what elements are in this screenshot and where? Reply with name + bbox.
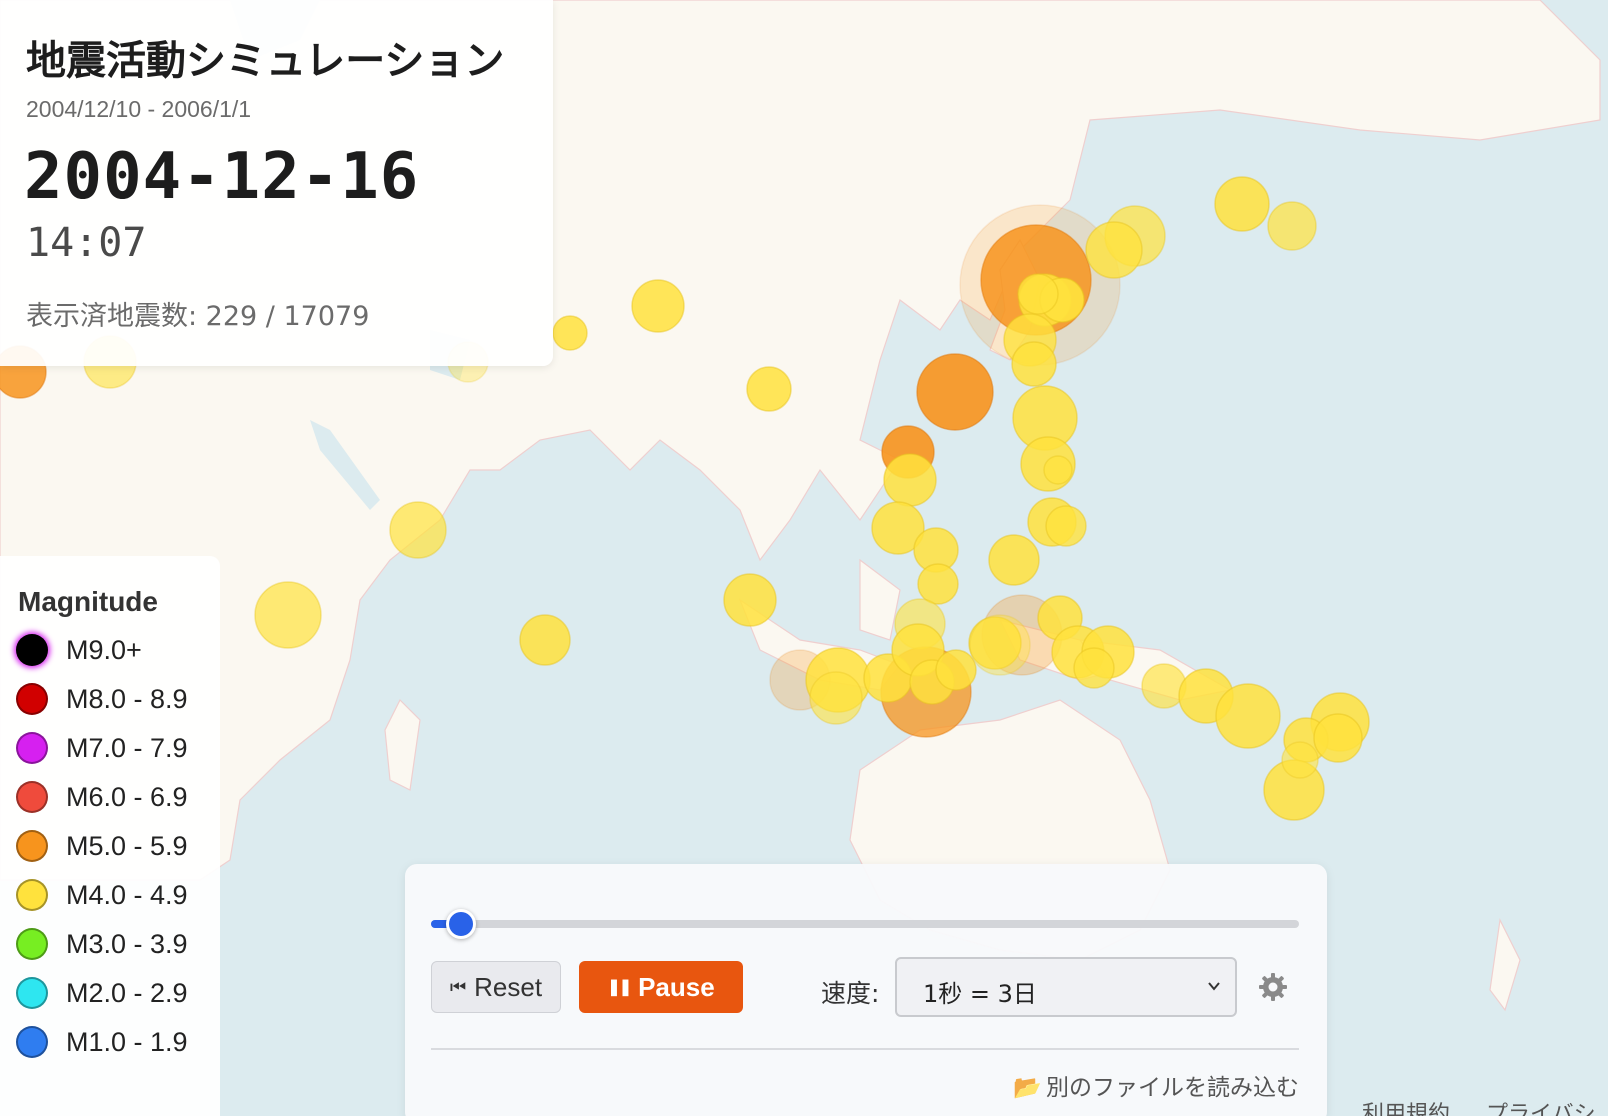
timeline-slider[interactable] — [431, 909, 1299, 939]
earthquake-marker — [519, 614, 571, 666]
privacy-link[interactable]: プライバシ — [1486, 1102, 1596, 1116]
timeline-thumb[interactable] — [446, 909, 477, 939]
earthquake-count: 表示済地震数: 229 / 17079 — [26, 301, 370, 332]
page-title: 地震活動シミュレーション — [26, 38, 505, 84]
map-app: 地震活動シミュレーション 2004/12/10 - 2006/1/1 2004-… — [0, 0, 1608, 1116]
legend-item: M1.0 - 1.9 — [16, 1022, 188, 1062]
pause-button[interactable]: ❚❚ Pause — [579, 961, 743, 1013]
earthquake-marker — [1043, 455, 1073, 485]
earthquake-marker — [1267, 201, 1317, 251]
date-range: 2004/12/10 - 2006/1/1 — [26, 96, 252, 122]
earthquake-marker — [631, 279, 685, 333]
legend-label: M1.0 - 1.9 — [66, 1026, 188, 1057]
earthquake-marker — [917, 563, 959, 605]
earthquake-marker — [552, 315, 588, 351]
legend-item: M5.0 - 5.9 — [16, 826, 188, 866]
terms-link[interactable]: 利用規約 — [1362, 1102, 1450, 1116]
earthquake-marker — [746, 366, 792, 412]
legend-swatch — [16, 634, 48, 666]
legend-item: M4.0 - 4.9 — [16, 875, 188, 915]
legend-swatch — [16, 781, 48, 813]
legend-item: M8.0 - 8.9 — [16, 679, 188, 719]
current-time: 14:07 — [26, 220, 147, 266]
earthquake-marker — [1313, 713, 1363, 763]
legend-item: M7.0 - 7.9 — [16, 728, 188, 768]
earthquake-marker — [1073, 647, 1115, 689]
earthquake-marker — [1215, 683, 1281, 749]
legend-item: M6.0 - 6.9 — [16, 777, 188, 817]
legend-swatch — [16, 732, 48, 764]
legend-label: M4.0 - 4.9 — [66, 879, 188, 910]
current-date: 2004-12-16 — [24, 140, 420, 214]
earthquake-marker — [389, 501, 447, 559]
magnitude-legend: Magnitude M9.0+ M8.0 - 8.9 M7.0 - 7.9 M6.0 … — [0, 556, 220, 1116]
earthquake-marker — [969, 614, 1031, 676]
earthquake-marker — [254, 581, 322, 649]
legend-swatch — [16, 928, 48, 960]
earthquake-marker — [723, 573, 777, 627]
earthquake-marker — [916, 353, 994, 431]
reset-button[interactable]: ⏮ Reset — [431, 961, 561, 1013]
earthquake-marker — [1011, 341, 1057, 387]
pause-icon: ❚❚ — [607, 979, 632, 996]
folder-icon: 📂 — [1013, 1075, 1042, 1101]
legend-label: M5.0 - 5.9 — [66, 830, 188, 861]
speed-label: 速度: — [821, 979, 880, 1008]
legend-label: M6.0 - 6.9 — [66, 781, 188, 812]
speed-select[interactable]: 1秒 = 3日 — [895, 957, 1237, 1017]
earthquake-marker — [1085, 221, 1143, 279]
legend-swatch — [16, 830, 48, 862]
pause-label: Pause — [638, 971, 715, 1002]
legend-swatch — [16, 977, 48, 1009]
earthquake-marker — [1281, 741, 1319, 779]
earthquake-marker — [935, 649, 977, 691]
skip-back-icon: ⏮ — [449, 976, 467, 997]
legend-label: M9.0+ — [66, 634, 142, 665]
earthquake-marker — [1017, 273, 1059, 315]
legend-title: Magnitude — [18, 586, 158, 617]
legend-item: M3.0 - 3.9 — [16, 924, 188, 964]
speed-value: 1秒 = 3日 — [923, 980, 1037, 1008]
legend-item: M2.0 - 2.9 — [16, 973, 188, 1013]
load-file-label: 別のファイルを読み込む — [1046, 1075, 1299, 1101]
earthquake-marker — [809, 671, 863, 725]
legend-label: M8.0 - 8.9 — [66, 683, 188, 714]
legend-label: M3.0 - 3.9 — [66, 928, 188, 959]
legend-swatch — [16, 1026, 48, 1058]
earthquake-marker — [883, 453, 937, 507]
load-file-link[interactable]: 📂 別のファイルを読み込む — [1013, 1068, 1299, 1102]
gear-icon[interactable] — [1258, 972, 1288, 1002]
legend-swatch — [16, 683, 48, 715]
reset-label: Reset — [474, 971, 543, 1002]
divider — [431, 1048, 1299, 1050]
earthquake-marker — [1045, 505, 1087, 547]
info-panel: 地震活動シミュレーション 2004/12/10 - 2006/1/1 2004-… — [0, 0, 553, 366]
footer-links: 利用規約 プライバシ — [1362, 1096, 1608, 1116]
earthquake-marker — [988, 534, 1040, 586]
legend-item: M9.0+ — [16, 630, 142, 670]
legend-swatch — [16, 879, 48, 911]
earthquake-marker — [1214, 176, 1270, 232]
playback-controls: ⏮ Reset ❚❚ Pause 速度: 1秒 = 3日 📂 別のファイルを読み… — [405, 864, 1327, 1116]
legend-label: M7.0 - 7.9 — [66, 732, 188, 763]
chevron-down-icon — [1208, 982, 1220, 991]
legend-label: M2.0 - 2.9 — [66, 977, 188, 1008]
